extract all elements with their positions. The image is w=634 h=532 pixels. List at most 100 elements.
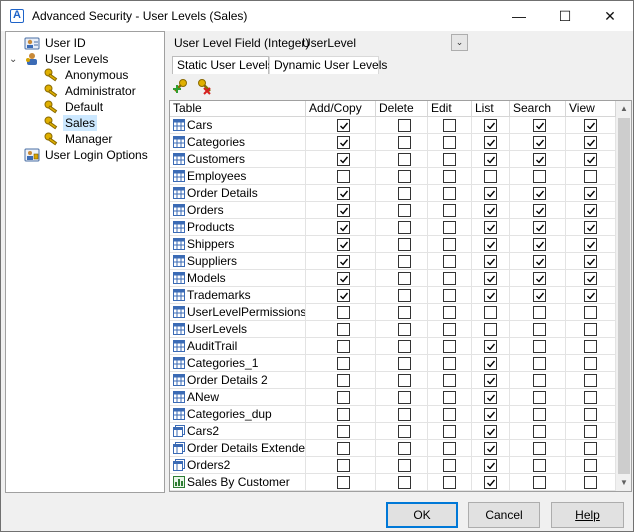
permission-checkbox-add-copy[interactable] — [337, 221, 350, 234]
permission-checkbox-search[interactable] — [533, 119, 546, 132]
permission-checkbox-search[interactable] — [533, 221, 546, 234]
permission-checkbox-edit[interactable] — [443, 459, 456, 472]
permission-checkbox-delete[interactable] — [398, 136, 411, 149]
table-name-cell[interactable]: Models — [170, 270, 306, 287]
permission-checkbox-list[interactable] — [484, 289, 497, 302]
permission-checkbox-delete[interactable] — [398, 391, 411, 404]
permission-checkbox-view[interactable] — [584, 357, 597, 370]
table-row[interactable]: ANew — [170, 389, 616, 406]
permission-checkbox-list[interactable] — [484, 187, 497, 200]
permission-checkbox-add-copy[interactable] — [337, 442, 350, 455]
table-name-cell[interactable]: ANew — [170, 389, 306, 406]
permission-checkbox-view[interactable] — [584, 306, 597, 319]
table-row[interactable]: UserLevels — [170, 321, 616, 338]
permission-checkbox-edit[interactable] — [443, 425, 456, 438]
table-row[interactable]: Orders — [170, 202, 616, 219]
permission-checkbox-edit[interactable] — [443, 221, 456, 234]
permission-checkbox-list[interactable] — [484, 323, 497, 336]
table-name-cell[interactable]: Orders — [170, 202, 306, 219]
permission-checkbox-list[interactable] — [484, 221, 497, 234]
chevron-down-icon[interactable]: ⌄ — [451, 34, 468, 51]
permission-checkbox-list[interactable] — [484, 442, 497, 455]
permission-checkbox-view[interactable] — [584, 289, 597, 302]
table-name-cell[interactable]: Customers — [170, 151, 306, 168]
table-row[interactable]: Cars2 — [170, 423, 616, 440]
permission-checkbox-add-copy[interactable] — [337, 272, 350, 285]
permission-checkbox-edit[interactable] — [443, 136, 456, 149]
table-name-cell[interactable]: UserLevels — [170, 321, 306, 338]
table-row[interactable]: Trademarks — [170, 287, 616, 304]
permission-checkbox-delete[interactable] — [398, 442, 411, 455]
permission-checkbox-add-copy[interactable] — [337, 204, 350, 217]
permission-checkbox-edit[interactable] — [443, 408, 456, 421]
scroll-up-icon[interactable]: ▲ — [616, 101, 631, 117]
security-tree[interactable]: User ID ⌄ User Levels Anonymous Administ… — [5, 31, 165, 493]
permission-checkbox-view[interactable] — [584, 221, 597, 234]
permission-checkbox-search[interactable] — [533, 425, 546, 438]
permission-checkbox-edit[interactable] — [443, 204, 456, 217]
permission-checkbox-add-copy[interactable] — [337, 255, 350, 268]
permission-checkbox-search[interactable] — [533, 153, 546, 166]
permission-checkbox-list[interactable] — [484, 357, 497, 370]
permission-checkbox-view[interactable] — [584, 119, 597, 132]
table-name-cell[interactable]: Categories_dup — [170, 406, 306, 423]
permission-checkbox-delete[interactable] — [398, 289, 411, 302]
permission-checkbox-add-copy[interactable] — [337, 187, 350, 200]
tab-static-user-levels[interactable]: Static User Levels — [172, 56, 274, 74]
table-name-cell[interactable]: Employees — [170, 168, 306, 185]
permission-checkbox-delete[interactable] — [398, 476, 411, 489]
permission-checkbox-list[interactable] — [484, 272, 497, 285]
permission-checkbox-add-copy[interactable] — [337, 170, 350, 183]
table-row[interactable]: Order Details — [170, 185, 616, 202]
permission-checkbox-edit[interactable] — [443, 255, 456, 268]
permission-checkbox-add-copy[interactable] — [337, 391, 350, 404]
table-row[interactable]: Categories — [170, 134, 616, 151]
table-name-cell[interactable]: Sales By Customer — [170, 474, 306, 491]
permission-checkbox-delete[interactable] — [398, 204, 411, 217]
column-header[interactable]: List — [472, 101, 510, 117]
table-row[interactable]: Customers — [170, 151, 616, 168]
permission-checkbox-add-copy[interactable] — [337, 459, 350, 472]
permission-checkbox-add-copy[interactable] — [337, 153, 350, 166]
permission-checkbox-search[interactable] — [533, 323, 546, 336]
permission-checkbox-delete[interactable] — [398, 374, 411, 387]
permission-checkbox-search[interactable] — [533, 459, 546, 472]
permission-checkbox-list[interactable] — [484, 459, 497, 472]
permission-checkbox-list[interactable] — [484, 136, 497, 149]
vertical-scrollbar[interactable]: ▲ ▼ — [616, 101, 631, 491]
table-row[interactable]: Order Details 2 — [170, 372, 616, 389]
permission-checkbox-edit[interactable] — [443, 119, 456, 132]
permission-checkbox-delete[interactable] — [398, 272, 411, 285]
permission-checkbox-search[interactable] — [533, 255, 546, 268]
permission-checkbox-view[interactable] — [584, 187, 597, 200]
permission-checkbox-search[interactable] — [533, 136, 546, 149]
minimize-button[interactable]: — — [496, 1, 542, 31]
permission-checkbox-search[interactable] — [533, 357, 546, 370]
collapse-toggle-icon[interactable]: ⌄ — [9, 55, 19, 65]
permission-checkbox-add-copy[interactable] — [337, 238, 350, 251]
permission-checkbox-view[interactable] — [584, 442, 597, 455]
permission-checkbox-edit[interactable] — [443, 187, 456, 200]
permission-checkbox-add-copy[interactable] — [337, 357, 350, 370]
column-header[interactable]: View — [566, 101, 616, 117]
permission-checkbox-edit[interactable] — [443, 272, 456, 285]
permissions-grid[interactable]: Table Add/Copy Delete Edit List Search View Ca… — [169, 100, 632, 492]
permission-checkbox-view[interactable] — [584, 323, 597, 336]
permission-checkbox-view[interactable] — [584, 340, 597, 353]
permission-checkbox-search[interactable] — [533, 306, 546, 319]
table-name-cell[interactable]: Trademarks — [170, 287, 306, 304]
permission-checkbox-add-copy[interactable] — [337, 289, 350, 302]
permission-checkbox-search[interactable] — [533, 374, 546, 387]
permission-checkbox-search[interactable] — [533, 187, 546, 200]
permission-checkbox-view[interactable] — [584, 204, 597, 217]
permission-checkbox-edit[interactable] — [443, 238, 456, 251]
permission-checkbox-list[interactable] — [484, 153, 497, 166]
permission-checkbox-search[interactable] — [533, 204, 546, 217]
help-button[interactable]: Help — [551, 502, 624, 528]
permission-checkbox-edit[interactable] — [443, 357, 456, 370]
permission-checkbox-view[interactable] — [584, 238, 597, 251]
permission-checkbox-list[interactable] — [484, 425, 497, 438]
table-name-cell[interactable]: AuditTrail — [170, 338, 306, 355]
permission-checkbox-search[interactable] — [533, 272, 546, 285]
permission-checkbox-search[interactable] — [533, 289, 546, 302]
